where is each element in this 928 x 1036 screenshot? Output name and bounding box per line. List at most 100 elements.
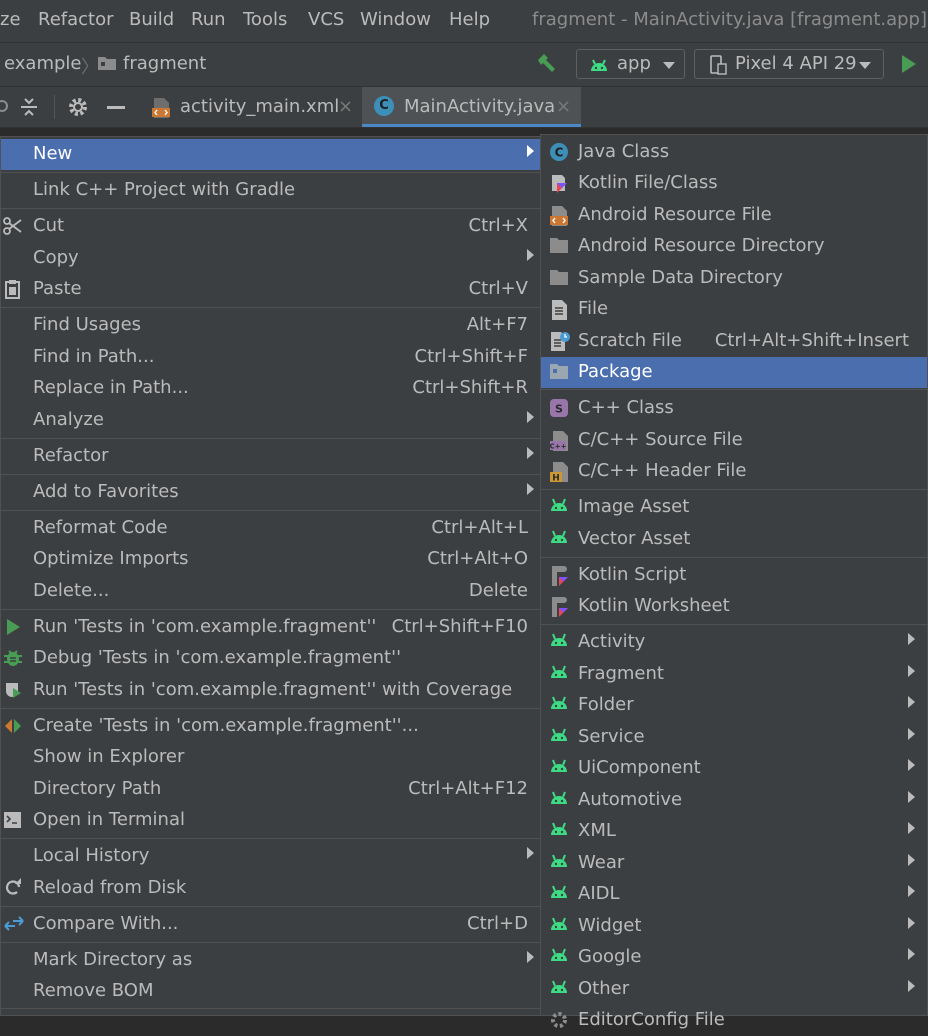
menu-item-paste[interactable]: Paste Ctrl+V — [1, 274, 540, 305]
menu-item-service[interactable]: Service — [541, 722, 927, 753]
menu-item-editorconfig-file[interactable]: EditorConfig File — [541, 1005, 927, 1036]
menu-tools[interactable]: Tools — [243, 9, 287, 30]
menu-item-other[interactable]: Other — [541, 974, 927, 1005]
menu-item-reload-from-disk[interactable]: Reload from Disk — [1, 873, 540, 904]
menu-item-uicomponent[interactable]: UiComponent — [541, 753, 927, 784]
menu-item-optimize-imports[interactable]: Optimize Imports Ctrl+Alt+O — [1, 544, 540, 575]
menu-separator — [541, 624, 927, 625]
android-icon — [549, 497, 569, 517]
menu-item-reformat-code[interactable]: Reformat Code Ctrl+Alt+L — [1, 513, 540, 544]
menu-item-kotlin-script[interactable]: Kotlin Script — [541, 560, 927, 591]
menu-build[interactable]: Build — [129, 9, 174, 30]
clipboard-icon — [3, 279, 23, 299]
menu-item-xml[interactable]: XML — [541, 816, 927, 847]
menu-item-new[interactable]: New — [1, 139, 540, 170]
menu-item-label: Android Resource File — [578, 204, 772, 225]
run-config-dropdown[interactable]: app — [576, 49, 685, 79]
menu-item-delete[interactable]: Delete... Delete — [1, 576, 540, 607]
tab-main-activity-java[interactable]: C MainActivity.java × — [362, 87, 581, 127]
menu-item-kotlin-worksheet[interactable]: Kotlin Worksheet — [541, 591, 927, 622]
menu-item-cut[interactable]: Cut Ctrl+X — [1, 211, 540, 242]
device-dropdown[interactable]: Pixel 4 API 29 — [694, 49, 884, 79]
navigation-bar: example 〉 fragment app Pixel 4 API 29 — [0, 43, 928, 87]
menu-item-scratch-file[interactable]: Scratch File Ctrl+Alt+Shift+Insert — [541, 326, 927, 357]
menu-item-link-c-project-with-gradle[interactable]: Link C++ Project with Gradle — [1, 175, 540, 206]
menu-item-debug-tests-in-com-example-fragment[interactable]: Debug 'Tests in 'com.example.fragment'' — [1, 643, 540, 674]
shortcut-label: Ctrl+Alt+O — [427, 548, 528, 569]
folder-icon — [97, 55, 117, 76]
menu-item-java-class[interactable]: C Java Class — [541, 137, 927, 168]
menu-item-automotive[interactable]: Automotive — [541, 785, 927, 816]
menu-item-image-asset[interactable]: Image Asset — [541, 492, 927, 523]
menu-item-run-tests-in-com-example-fragment-with-coverage[interactable]: Run 'Tests in 'com.example.fragment'' wi… — [1, 675, 540, 706]
menu-item-android-resource-directory[interactable]: Android Resource Directory — [541, 231, 927, 262]
window-title: fragment - MainActivity.java [fragment.a… — [532, 9, 928, 30]
menu-item-create-tests-in-com-example-fragment[interactable]: Create 'Tests in 'com.example.fragment''… — [1, 711, 540, 742]
menu-item-package[interactable]: Package — [541, 357, 927, 388]
menu-item-widget[interactable]: Widget — [541, 911, 927, 942]
menu-item-analyze[interactable]: Analyze — [1, 405, 540, 436]
svg-text:C++: C++ — [550, 443, 567, 451]
menu-item-run-tests-in-com-example-fragment[interactable]: Run 'Tests in 'com.example.fragment'' Ctr… — [1, 612, 540, 643]
menu-item-local-history[interactable]: Local History — [1, 841, 540, 872]
close-icon[interactable]: × — [556, 96, 571, 117]
java-class-icon: C — [549, 142, 569, 162]
menu-item-wear[interactable]: Wear — [541, 848, 927, 879]
breadcrumb-fragment[interactable]: fragment — [123, 53, 206, 74]
menu-item-activity[interactable]: Activity — [541, 627, 927, 658]
cpp-source-icon: C++ — [549, 430, 569, 451]
run-icon[interactable] — [902, 55, 916, 73]
menu-item-android-resource-file[interactable]: Android Resource File — [541, 200, 927, 231]
menu-separator — [1, 474, 540, 475]
shortcut-label: Delete — [468, 580, 528, 601]
gear-icon[interactable] — [67, 96, 89, 123]
menu-item-fragment[interactable]: Fragment — [541, 659, 927, 690]
collapse-all-icon[interactable] — [20, 96, 38, 123]
menu-item-folder[interactable]: Folder — [541, 690, 927, 721]
editor-tab-bar: activity_main.xml × C MainActivity.java … — [0, 87, 928, 128]
menu-item-aidl[interactable]: AIDL — [541, 879, 927, 910]
menu-item-find-usages[interactable]: Find Usages Alt+F7 — [1, 310, 540, 341]
menu-item-replace-in-path[interactable]: Replace in Path... Ctrl+Shift+R — [1, 373, 540, 404]
menu-item-c-c-header-file[interactable]: H C/C++ Header File — [541, 456, 927, 487]
menu-item-vector-asset[interactable]: Vector Asset — [541, 524, 927, 555]
menu-item-label: Directory Path — [33, 778, 162, 799]
menu-item-sample-data-directory[interactable]: Sample Data Directory — [541, 263, 927, 294]
menu-item-copy[interactable]: Copy — [1, 243, 540, 274]
kotlin-icon — [549, 173, 569, 193]
menu-item-mark-directory-as[interactable]: Mark Directory as — [1, 945, 540, 976]
menu-analyze[interactable]: ze — [0, 9, 21, 30]
menu-vcs[interactable]: VCS — [308, 9, 344, 30]
menu-item-kotlin-file-class[interactable]: Kotlin File/Class — [541, 168, 927, 199]
locate-icon[interactable] — [0, 100, 8, 112]
menu-item-directory-path[interactable]: Directory Path Ctrl+Alt+F12 — [1, 774, 540, 805]
menu-item-file[interactable]: File — [541, 294, 927, 325]
menu-refactor[interactable]: Refactor — [38, 9, 114, 30]
minimize-icon[interactable] — [107, 106, 125, 109]
menu-item-show-in-explorer[interactable]: Show in Explorer — [1, 742, 540, 773]
hammer-icon[interactable] — [535, 52, 559, 81]
menu-item-label: Run 'Tests in 'com.example.fragment'' wi… — [33, 679, 513, 700]
device-icon — [709, 55, 727, 80]
menu-item-open-in-terminal[interactable]: Open in Terminal — [1, 805, 540, 836]
close-icon[interactable]: × — [338, 96, 353, 117]
menu-item-compare-with[interactable]: Compare With... Ctrl+D — [1, 909, 540, 940]
menu-item-add-to-favorites[interactable]: Add to Favorites — [1, 477, 540, 508]
menu-item-label: Other — [578, 978, 630, 999]
menu-item-remove-bom[interactable]: Remove BOM — [1, 976, 540, 1007]
menu-run[interactable]: Run — [191, 9, 226, 30]
menu-item-google[interactable]: Google — [541, 942, 927, 973]
menu-item-c-c-source-file[interactable]: C++ C/C++ Source File — [541, 425, 927, 456]
tab-activity-main-xml[interactable]: activity_main.xml × — [141, 87, 362, 127]
menu-item-label: C/C++ Source File — [578, 429, 743, 450]
menu-item-refactor[interactable]: Refactor — [1, 441, 540, 472]
menu-help[interactable]: Help — [449, 9, 490, 30]
menu-window[interactable]: Window — [360, 9, 431, 30]
menu-separator — [1, 942, 540, 943]
menu-separator — [1, 708, 540, 709]
menu-item-label: Show in Explorer — [33, 746, 185, 767]
menu-item-label: Wear — [578, 852, 625, 873]
menu-item-find-in-path[interactable]: Find in Path... Ctrl+Shift+F — [1, 342, 540, 373]
menu-item-c-class[interactable]: S C++ Class — [541, 393, 927, 424]
breadcrumb-example[interactable]: example — [4, 53, 81, 74]
